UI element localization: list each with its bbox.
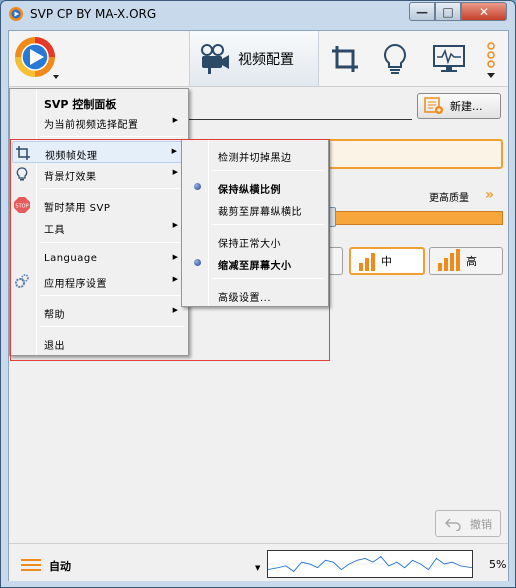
submenu-arrow-icon: ▶ xyxy=(172,168,178,176)
monitor-icon xyxy=(433,45,465,72)
lighting-tab[interactable] xyxy=(373,37,417,81)
maximize-icon: □ xyxy=(442,4,454,19)
gears-icon xyxy=(14,273,30,289)
new-profile-label: 新建... xyxy=(450,100,483,113)
profile-condition-field[interactable] xyxy=(325,139,503,169)
svg-text:STOP: STOP xyxy=(15,204,28,210)
lightbulb-icon xyxy=(14,166,30,182)
minimize-icon: — xyxy=(416,4,428,19)
quality-high-label: 高 xyxy=(466,255,477,268)
svp-logo-icon[interactable] xyxy=(13,35,61,83)
menu-item-disable-svp[interactable]: STOP 暂时禁用 SVP xyxy=(12,194,186,216)
menu-item-backlight[interactable]: 背景灯效果 ▶ xyxy=(12,163,186,185)
window-title: SVP CP BY MA-X.ORG xyxy=(30,7,157,21)
undo-label: 撤销 xyxy=(470,517,492,531)
higher-quality-label: 更高质量 xyxy=(429,193,469,204)
menu-item-exit[interactable]: 退出 xyxy=(12,332,186,354)
close-button[interactable]: ✕ xyxy=(461,2,507,21)
menu-item-frame-processing[interactable]: 视频帧处理 ▶ xyxy=(12,141,186,163)
menu-item-control-panel[interactable]: SVP 控制面板 xyxy=(12,91,186,113)
new-profile-icon xyxy=(424,97,443,114)
menu-item-select-profile[interactable]: 为当前视频选择配置 ▶ xyxy=(12,111,186,133)
title-bar[interactable]: SVP CP BY MA-X.ORG — □ ✕ xyxy=(1,1,515,27)
quality-mid-label: 中 xyxy=(381,255,392,268)
undo-icon xyxy=(444,517,461,531)
radio-checked-icon xyxy=(194,259,201,266)
minimize-button[interactable]: — xyxy=(409,2,435,21)
more-menu-button[interactable] xyxy=(477,37,505,81)
submenu-arrow-icon: ▶ xyxy=(172,116,178,124)
monitor-tab[interactable] xyxy=(427,37,471,81)
toolbar: 视频配置 xyxy=(9,31,508,87)
submenu-arrow-icon: ▶ xyxy=(172,275,178,283)
tab-video-config[interactable]: 视频配置 xyxy=(189,31,319,86)
fast-forward-icon: » xyxy=(485,187,495,203)
submenu-item-crop-black-bars[interactable]: 检测并切掉黑边 xyxy=(184,144,326,166)
context-menu: SVP 控制面板 为当前视频选择配置 ▶ 视频帧处理 ▶ 背景灯效果 ▶ STO… xyxy=(9,88,189,356)
stop-icon: STOP xyxy=(14,197,30,213)
quality-high-button[interactable]: 高 xyxy=(429,247,503,275)
app-window: SVP CP BY MA-X.ORG — □ ✕ 视频配置 新建... 更高质量… xyxy=(0,0,516,588)
mode-label[interactable]: 自动 xyxy=(49,558,71,574)
profile-name-underline xyxy=(187,119,412,120)
lightbulb-icon xyxy=(384,43,406,74)
bars-medium-icon xyxy=(359,251,375,271)
frame-processing-submenu: 检测并切掉黑边 保持纵横比例 裁剪至屏幕纵横比 保持正常大小 缩减至屏幕大小 高… xyxy=(181,139,329,307)
crop-icon xyxy=(332,46,358,72)
app-icon xyxy=(9,7,23,21)
submenu-item-crop-to-screen[interactable]: 裁剪至屏幕纵横比 xyxy=(184,198,326,220)
quality-mid-button[interactable]: 中 xyxy=(349,247,425,275)
bars-high-icon xyxy=(438,249,460,271)
submenu-item-normal-size[interactable]: 保持正常大小 xyxy=(184,230,326,252)
crop-tab[interactable] xyxy=(323,37,367,81)
crop-icon xyxy=(15,145,31,161)
menu-item-help[interactable]: 帮助 ▶ xyxy=(12,301,186,323)
menu-item-tools[interactable]: 工具 ▶ xyxy=(12,216,186,238)
radio-checked-icon xyxy=(194,183,201,190)
film-camera-icon xyxy=(201,43,229,74)
menu-item-app-settings[interactable]: 应用程序设置 ▶ xyxy=(12,270,186,292)
maximize-button[interactable]: □ xyxy=(435,2,461,21)
close-icon: ✕ xyxy=(478,4,490,19)
menu-lines-icon[interactable] xyxy=(21,558,41,572)
status-bar: 自动 ▼ 5% xyxy=(9,543,508,581)
submenu-arrow-icon: ▶ xyxy=(172,306,178,314)
submenu-arrow-icon: ▶ xyxy=(172,253,178,261)
submenu-arrow-icon: ▶ xyxy=(171,147,177,155)
quality-slider-track[interactable] xyxy=(329,211,503,225)
submenu-item-shrink-to-screen[interactable]: 缩减至屏幕大小 xyxy=(184,252,326,274)
cpu-percent: 5% xyxy=(489,558,507,571)
more-icon xyxy=(487,42,495,78)
tab-video-config-label: 视频配置 xyxy=(238,51,294,68)
chevron-down-icon[interactable]: ▼ xyxy=(255,564,260,572)
undo-button[interactable]: 撤销 xyxy=(435,510,501,537)
submenu-item-advanced[interactable]: 高级设置... xyxy=(184,284,326,306)
submenu-arrow-icon: ▶ xyxy=(172,221,178,229)
menu-item-language[interactable]: Language ▶ xyxy=(12,248,186,270)
submenu-item-keep-aspect[interactable]: 保持纵横比例 xyxy=(184,176,326,198)
cpu-usage-graph xyxy=(267,550,473,578)
new-profile-button[interactable]: 新建... xyxy=(417,93,501,119)
